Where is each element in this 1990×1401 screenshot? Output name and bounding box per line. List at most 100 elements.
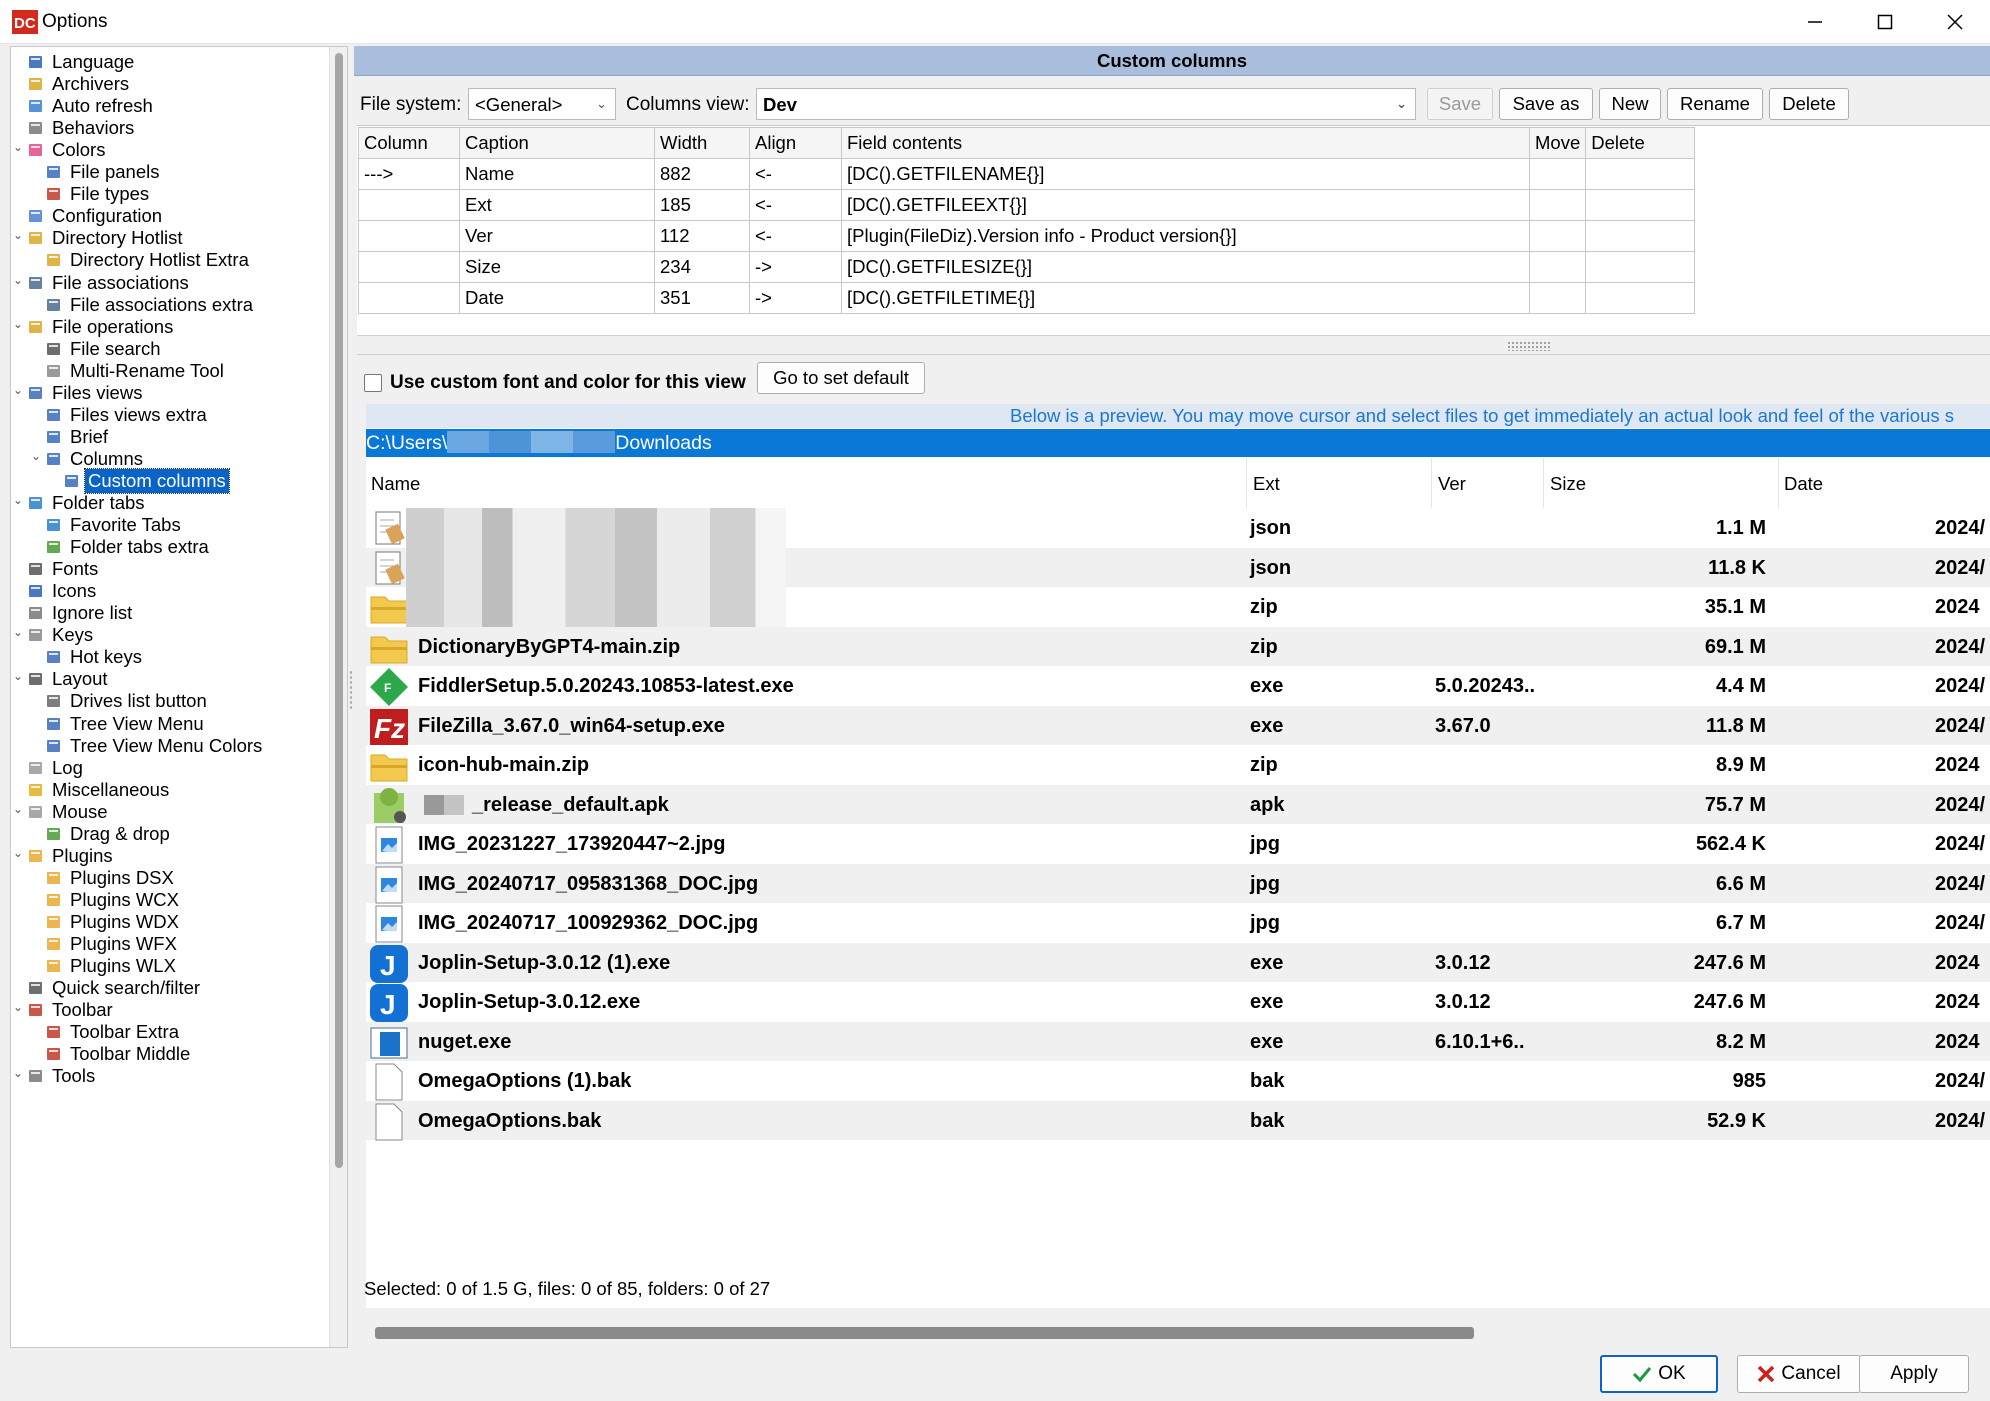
header-ext[interactable]: Ext xyxy=(1253,473,1280,495)
grid-cell[interactable]: -> xyxy=(749,251,842,283)
file-row[interactable]: IMG_20231227_173920447~2.jpg jpg 562.4 K 20… xyxy=(366,824,1990,864)
splitter-grip[interactable] xyxy=(1507,341,1551,351)
maximize-button[interactable] xyxy=(1850,0,1920,44)
path-bar[interactable]: C:\Users\ Downloads xyxy=(366,429,1990,457)
grid-cell[interactable]: [DC().GETFILEEXT{}] xyxy=(841,189,1530,221)
custom-font-label[interactable]: Use custom font and color for this view xyxy=(390,372,746,394)
tree-scrollbar[interactable] xyxy=(329,47,347,1347)
tree-expand-chevron-icon[interactable]: ⌄ xyxy=(11,669,25,683)
tree-expand-chevron-icon[interactable]: ⌄ xyxy=(11,273,25,287)
grid-cell[interactable] xyxy=(1528,189,1587,221)
grid-header-width[interactable]: Width xyxy=(654,127,750,159)
tree-expand-chevron-icon[interactable]: ⌄ xyxy=(11,383,25,397)
grid-cell[interactable] xyxy=(1528,251,1587,283)
header-ver[interactable]: Ver xyxy=(1438,473,1466,495)
new-button[interactable]: New xyxy=(1599,88,1661,120)
tree-expand-chevron-icon[interactable]: ⌄ xyxy=(11,317,25,331)
grid-cell[interactable]: 351 xyxy=(654,282,750,314)
grid-header-align[interactable]: Align xyxy=(749,127,842,159)
apply-button[interactable]: Apply xyxy=(1859,1355,1969,1393)
file-row[interactable]: json 11.8 K 2024/ xyxy=(366,547,1990,587)
grid-splitter[interactable] xyxy=(357,335,1990,355)
header-separator[interactable] xyxy=(1431,458,1432,508)
options-tree[interactable]: Language Archivers Auto refresh Behaviors ⌄ C… xyxy=(10,46,348,1348)
grid-row[interactable]: Date 351 -> [DC().GETFILETIME{}] xyxy=(358,282,1696,314)
file-row[interactable]: icon-hub-main.zip zip 8.9 M 2024 xyxy=(366,745,1990,785)
grid-cell[interactable] xyxy=(358,282,460,314)
header-name[interactable]: Name xyxy=(371,473,420,495)
grid-cell[interactable]: Ext xyxy=(459,189,655,221)
grid-row[interactable]: Size 234 -> [DC().GETFILESIZE{}] xyxy=(358,251,1696,283)
grid-header-caption[interactable]: Caption xyxy=(459,127,655,159)
grid-cell[interactable]: 112 xyxy=(654,220,750,252)
file-row[interactable]: Fz FileZilla_3.67.0_win64-setup.exe exe 3.6… xyxy=(366,705,1990,745)
header-separator[interactable] xyxy=(1778,458,1779,508)
minimize-button[interactable] xyxy=(1780,0,1850,44)
file-row[interactable]: J Joplin-Setup-3.0.12 (1).exe exe 3.0.12 247… xyxy=(366,942,1990,983)
tree-expand-chevron-icon[interactable]: ⌄ xyxy=(11,846,25,860)
tree-scrollbar-thumb[interactable] xyxy=(335,53,343,1168)
file-row[interactable]: J Joplin-Setup-3.0.12.exe exe 3.0.12 247.6 M… xyxy=(366,982,1990,1022)
header-date[interactable]: Date xyxy=(1784,473,1823,495)
file-system-select[interactable]: <General> ⌄ xyxy=(468,88,616,120)
grid-cell[interactable]: <- xyxy=(749,158,842,190)
file-row[interactable]: F FiddlerSetup.5.0.20243.10853-latest.exe… xyxy=(366,666,1990,706)
rename-button[interactable]: Rename xyxy=(1667,88,1763,120)
grid-header-field-contents[interactable]: Field contents xyxy=(841,127,1530,159)
horizontal-scrollbar-thumb[interactable] xyxy=(375,1327,1474,1339)
grid-cell[interactable]: [Plugin(FileDiz).Version info - Product … xyxy=(841,220,1530,252)
grid-cell[interactable] xyxy=(1528,158,1587,190)
grid-cell[interactable] xyxy=(358,251,460,283)
file-row[interactable]: OmegaOptions (1).bak bak 985 2024/ xyxy=(366,1061,1990,1101)
close-button[interactable] xyxy=(1920,0,1990,44)
grid-cell[interactable]: Size xyxy=(459,251,655,283)
delete-button[interactable]: Delete xyxy=(1769,88,1849,120)
ok-button[interactable]: OK xyxy=(1600,1355,1718,1393)
grid-cell[interactable] xyxy=(1585,220,1696,252)
grid-cell[interactable] xyxy=(1585,251,1696,283)
columns-view-select[interactable]: Dev ⌄ xyxy=(756,88,1416,120)
grid-cell[interactable]: <- xyxy=(749,220,842,252)
grid-cell[interactable] xyxy=(1528,220,1587,252)
pane-splitter[interactable] xyxy=(349,670,353,710)
tree-item[interactable]: Tools xyxy=(27,1062,98,1090)
grid-cell[interactable] xyxy=(1585,158,1696,190)
tree-expand-chevron-icon[interactable]: ⌄ xyxy=(11,802,25,816)
grid-cell[interactable]: <- xyxy=(749,189,842,221)
grid-cell[interactable] xyxy=(1585,189,1696,221)
grid-cell[interactable]: [DC().GETFILETIME{}] xyxy=(841,282,1530,314)
save-button[interactable]: Save xyxy=(1427,88,1493,120)
header-separator[interactable] xyxy=(1543,458,1544,508)
grid-cell[interactable]: ---> xyxy=(358,158,460,190)
grid-cell[interactable] xyxy=(358,189,460,221)
tree-expand-chevron-icon[interactable]: ⌄ xyxy=(29,449,43,463)
grid-cell[interactable]: Date xyxy=(459,282,655,314)
header-separator[interactable] xyxy=(1246,458,1247,508)
grid-cell[interactable]: [DC().GETFILESIZE{}] xyxy=(841,251,1530,283)
grid-row[interactable]: Ext 185 <- [DC().GETFILEEXT{}] xyxy=(358,189,1696,221)
tree-expand-chevron-icon[interactable]: ⌄ xyxy=(11,625,25,639)
grid-header-delete[interactable]: Delete xyxy=(1585,127,1696,159)
go-to-set-default-button[interactable]: Go to set default xyxy=(757,362,925,394)
custom-font-checkbox[interactable] xyxy=(364,374,382,392)
grid-cell[interactable] xyxy=(1528,282,1587,314)
file-row[interactable]: json 1.1 M 2024/ xyxy=(366,508,1990,548)
file-row[interactable]: IMG_20240717_095831368_DOC.jpg jpg 6.6 M 20… xyxy=(366,863,1990,903)
grid-cell[interactable]: 185 xyxy=(654,189,750,221)
tree-expand-chevron-icon[interactable]: ⌄ xyxy=(11,140,25,154)
file-row[interactable]: zip 35.1 M 2024 xyxy=(366,587,1990,627)
grid-cell[interactable]: [DC().GETFILENAME{}] xyxy=(841,158,1530,190)
tree-expand-chevron-icon[interactable]: ⌄ xyxy=(11,1066,25,1080)
tree-expand-chevron-icon[interactable]: ⌄ xyxy=(11,493,25,507)
grid-row[interactable]: ---> Name 882 <- [DC().GETFILENAME{}] xyxy=(358,158,1696,190)
grid-cell[interactable] xyxy=(358,220,460,252)
grid-header-column[interactable]: Column xyxy=(358,127,460,159)
tree-expand-chevron-icon[interactable]: ⌄ xyxy=(11,1000,25,1014)
tree-expand-chevron-icon[interactable]: ⌄ xyxy=(11,228,25,242)
file-row[interactable]: nuget.exe exe 6.10.1+6.. 8.2 M 2024 xyxy=(366,1021,1990,1061)
grid-cell[interactable] xyxy=(1585,282,1696,314)
grid-cell[interactable]: -> xyxy=(749,282,842,314)
file-row[interactable]: DictionaryByGPT4-main.zip zip 69.1 M 2024/ xyxy=(366,626,1990,666)
grid-header-move[interactable]: Move xyxy=(1528,127,1587,159)
grid-cell[interactable]: 882 xyxy=(654,158,750,190)
